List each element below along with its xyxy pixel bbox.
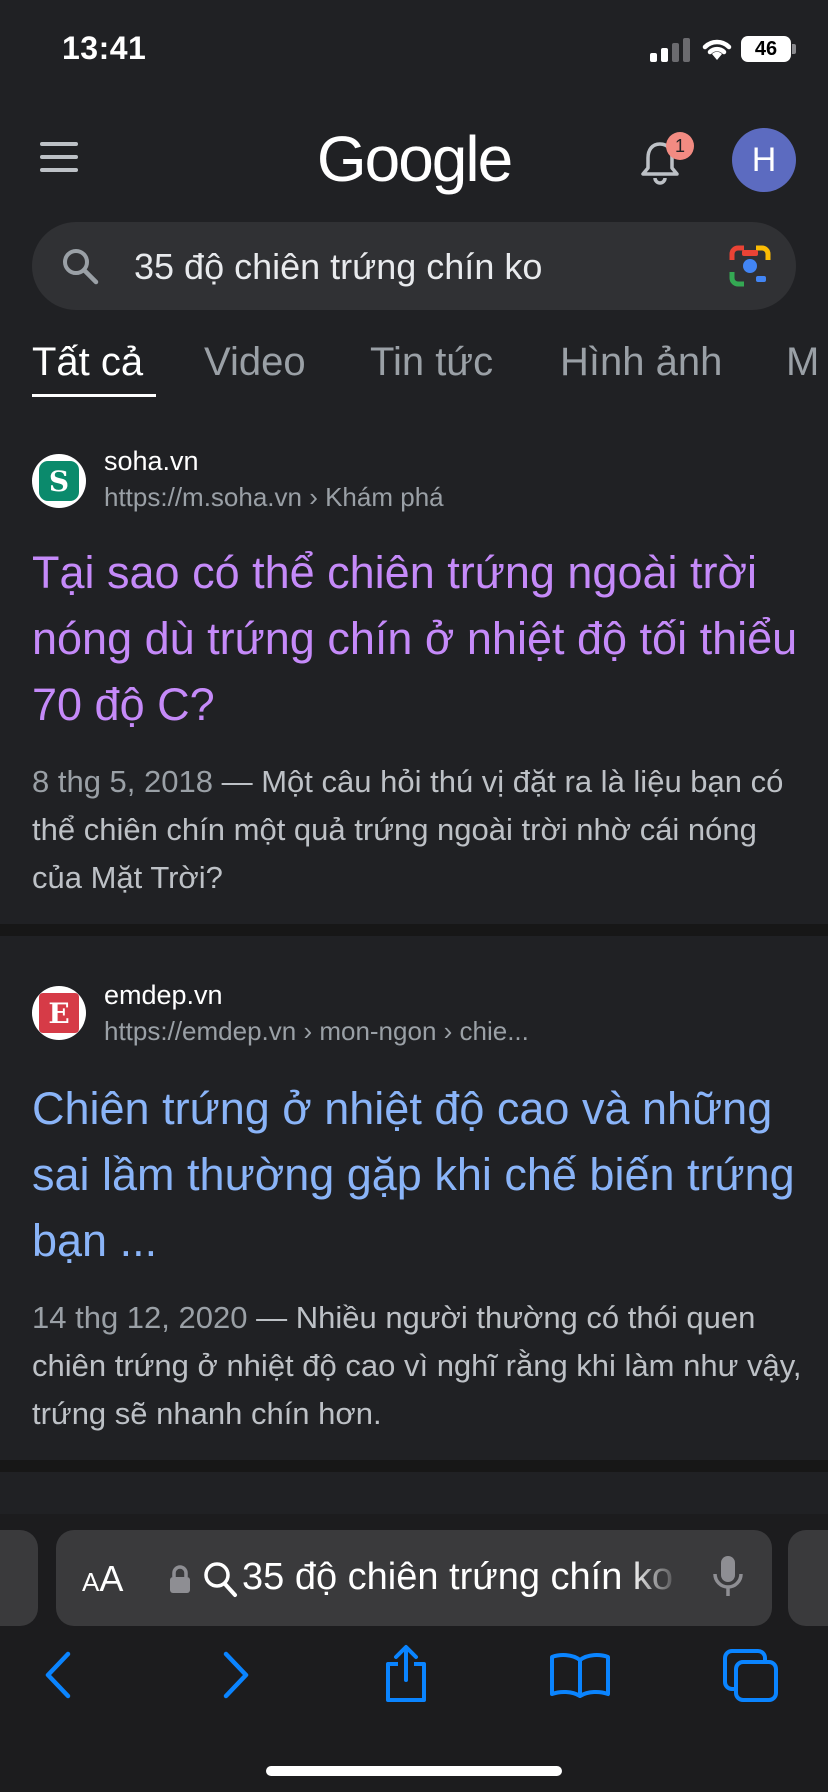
notification-badge: 1 — [666, 132, 694, 160]
address-search-icon — [204, 1562, 237, 1597]
result-date: 14 thg 12, 2020 — [32, 1300, 248, 1335]
result-site-name[interactable]: emdep.vn — [104, 980, 223, 1011]
active-tab-underline — [32, 394, 156, 397]
tab-video[interactable]: Video — [204, 340, 306, 385]
microphone-icon[interactable] — [712, 1554, 744, 1600]
battery-cap — [792, 44, 796, 54]
bookmarks-icon[interactable] — [548, 1652, 612, 1698]
favicon-letter: S — [39, 461, 79, 501]
previous-tab-preview[interactable] — [0, 1530, 38, 1626]
back-icon[interactable] — [42, 1650, 74, 1700]
status-time: 13:41 — [62, 30, 147, 66]
tab-all[interactable]: Tất cả — [32, 340, 143, 385]
wifi-icon — [702, 39, 732, 60]
result-title-link[interactable]: Tại sao có thể chiên trứng ngoài trời nó… — [32, 540, 802, 738]
share-icon[interactable] — [382, 1644, 430, 1704]
battery-icon: 46 — [741, 36, 791, 62]
search-icon — [63, 249, 99, 285]
emdep-favicon-icon: E — [32, 986, 86, 1040]
tab-images[interactable]: Hình ảnh — [560, 340, 722, 385]
google-header: Google 1 H — [0, 110, 828, 210]
address-bar[interactable]: AA 35 độ chiên trứng chín ko — [56, 1530, 772, 1626]
result-snippet: 8 thg 5, 2018 — Một câu hỏi thú vị đặt r… — [32, 758, 802, 902]
account-avatar[interactable]: H — [732, 128, 796, 192]
reader-options-button[interactable]: AA — [82, 1558, 123, 1600]
result-divider — [0, 924, 828, 936]
tab-news[interactable]: Tin tức — [370, 340, 493, 385]
result-url[interactable]: https://m.soha.vn › Khám phá — [104, 482, 444, 513]
result-url[interactable]: https://emdep.vn › mon-ngon › chie... — [104, 1016, 529, 1047]
google-lens-icon[interactable] — [728, 244, 772, 288]
forward-icon[interactable] — [220, 1650, 252, 1700]
search-input[interactable]: 35 độ chiên trứng chín ko — [32, 222, 796, 310]
google-logo[interactable]: Google — [0, 122, 828, 196]
result-title-link[interactable]: Chiên trứng ở nhiệt độ cao và những sai … — [32, 1076, 802, 1274]
aa-big: A — [99, 1558, 124, 1599]
search-query: 35 độ chiên trứng chín ko — [134, 246, 543, 287]
home-indicator — [266, 1766, 562, 1776]
cellular-signal-icon — [650, 38, 692, 62]
result-site-name[interactable]: soha.vn — [104, 446, 199, 477]
tabs-icon[interactable] — [722, 1648, 780, 1704]
soha-favicon-icon: S — [32, 454, 86, 508]
favicon-letter: E — [39, 993, 79, 1033]
result-divider — [0, 1460, 828, 1472]
lock-icon — [170, 1565, 190, 1593]
aa-small: A — [82, 1567, 100, 1597]
safari-bottom-bar: AA 35 độ chiên trứng chín ko — [0, 1514, 828, 1792]
address-text: 35 độ chiên trứng chín ko — [242, 1556, 674, 1598]
result-snippet: 14 thg 12, 2020 — Nhiều người thường có … — [32, 1294, 802, 1438]
status-bar: 13:41 46 — [0, 0, 828, 100]
next-tab-preview[interactable] — [788, 1530, 828, 1626]
tab-more[interactable]: M — [786, 340, 819, 385]
result-date: 8 thg 5, 2018 — [32, 764, 213, 799]
